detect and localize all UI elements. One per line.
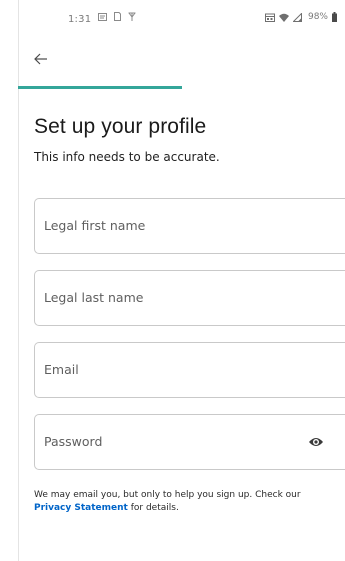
password-placeholder: Password: [44, 434, 103, 449]
email-placeholder: Email: [44, 362, 79, 377]
last-name-field[interactable]: Legal last name: [34, 270, 345, 326]
sign-up-screen: 1:31 98% Set up your profile This info n…: [0, 0, 345, 561]
privacy-statement-link[interactable]: Privacy Statement: [34, 503, 128, 513]
status-system-icons: 98%: [264, 12, 337, 22]
status-time: 1:31: [68, 14, 92, 25]
eye-icon[interactable]: [308, 435, 324, 449]
wifi-icon: [278, 13, 289, 22]
email-disclaimer: We may email you, but only to help you s…: [34, 489, 339, 515]
signal-icon: [292, 12, 302, 22]
status-notification-icons: [98, 12, 136, 21]
page-title: Set up your profile: [34, 115, 207, 138]
antenna-icon: [128, 12, 136, 21]
arrow-left-icon: [34, 53, 47, 65]
battery-icon: [332, 12, 337, 22]
sim-card-icon: [114, 12, 121, 21]
battery-percent: 98%: [307, 12, 328, 22]
password-field[interactable]: Password: [34, 414, 345, 470]
disclaimer-text-before: We may email you, but only to help you s…: [34, 490, 301, 500]
last-name-placeholder: Legal last name: [44, 290, 144, 305]
first-name-placeholder: Legal first name: [44, 218, 146, 233]
message-notification-icon: [98, 12, 107, 21]
page-subtitle: This info needs to be accurate.: [34, 150, 220, 164]
signup-progress-fill: [18, 86, 182, 89]
status-bar: 1:31 98%: [0, 0, 345, 40]
disclaimer-text-after: for details.: [127, 503, 179, 513]
signup-progress-bar: [18, 86, 345, 89]
email-field[interactable]: Email: [34, 342, 345, 398]
calendar-icon: [264, 13, 275, 22]
back-button[interactable]: [28, 48, 54, 70]
left-edge-divider: [18, 0, 19, 561]
first-name-field[interactable]: Legal first name: [34, 198, 345, 254]
